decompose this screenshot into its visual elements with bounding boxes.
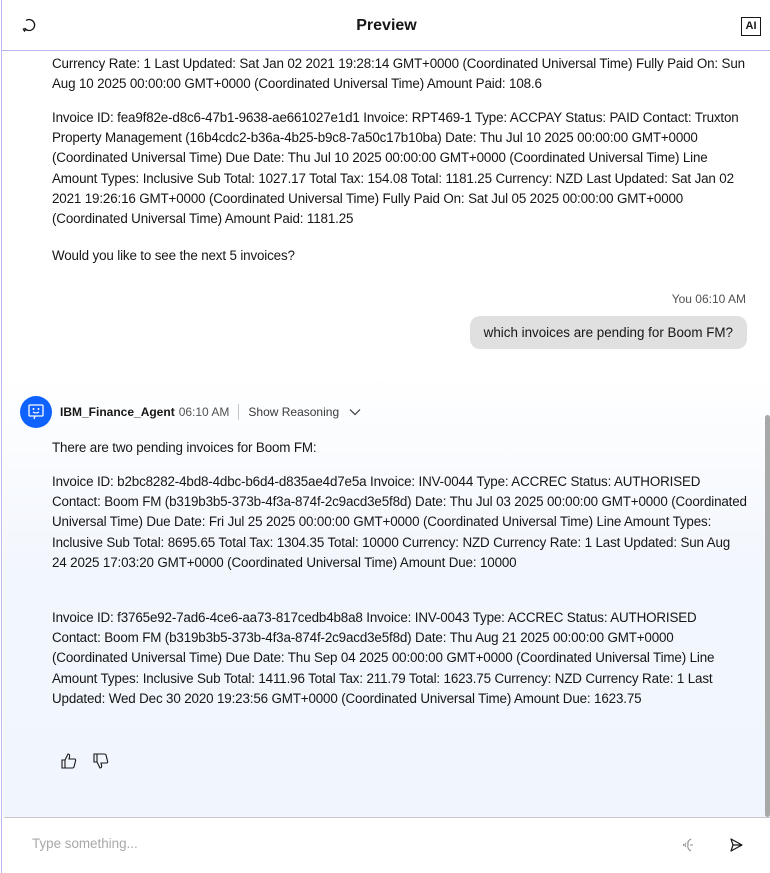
agent-message-header: IBM_Finance_Agent 06:10 AM Show Reasonin… — [20, 396, 361, 428]
show-reasoning-label: Show Reasoning — [248, 405, 340, 419]
agent-avatar — [20, 396, 52, 428]
agent-message-text: Invoice ID: f3765e92-7ad6-4ce6-aa73-817c… — [52, 610, 715, 706]
agent-message-text: Currency Rate: 1 Last Updated: Sat Jan 0… — [52, 56, 745, 92]
agent-message-text: Would you like to see the next 5 invoice… — [52, 248, 295, 263]
thumbs-up-icon[interactable] — [60, 752, 78, 770]
chatbot-icon — [28, 404, 44, 420]
message-input[interactable] — [32, 836, 632, 851]
agent-message-text: Invoice ID: b2bc8282-4bd8-4dbc-b6d4-d835… — [52, 474, 747, 570]
ai-badge-button[interactable]: AI — [741, 17, 761, 36]
thumbs-down-icon[interactable] — [92, 752, 110, 770]
scrollbar[interactable] — [765, 415, 770, 817]
voice-input-icon[interactable] — [679, 836, 697, 854]
user-message-meta: You 06:10 AM — [671, 292, 746, 306]
chat-window: Preview AI Currency Rate: 1 Last Updated… — [1, 0, 770, 873]
agent-message-text: Invoice ID: fea9f82e-d8c6-47b1-9638-ae66… — [52, 110, 739, 227]
page-title: Preview — [356, 17, 417, 34]
divider — [238, 404, 240, 420]
show-reasoning-toggle[interactable]: Show Reasoning — [248, 405, 361, 419]
agent-message-text: There are two pending invoices for Boom … — [52, 440, 317, 455]
user-message-bubble: which invoices are pending for Boom FM? — [469, 316, 747, 349]
chat-input-bar — [4, 817, 770, 873]
agent-name: IBM_Finance_Agent — [60, 405, 175, 419]
message-list[interactable]: Currency Rate: 1 Last Updated: Sat Jan 0… — [3, 52, 770, 817]
chevron-down-icon — [349, 409, 361, 416]
send-icon[interactable] — [728, 837, 744, 853]
agent-timestamp: 06:10 AM — [178, 405, 230, 419]
header: Preview AI — [2, 0, 770, 51]
